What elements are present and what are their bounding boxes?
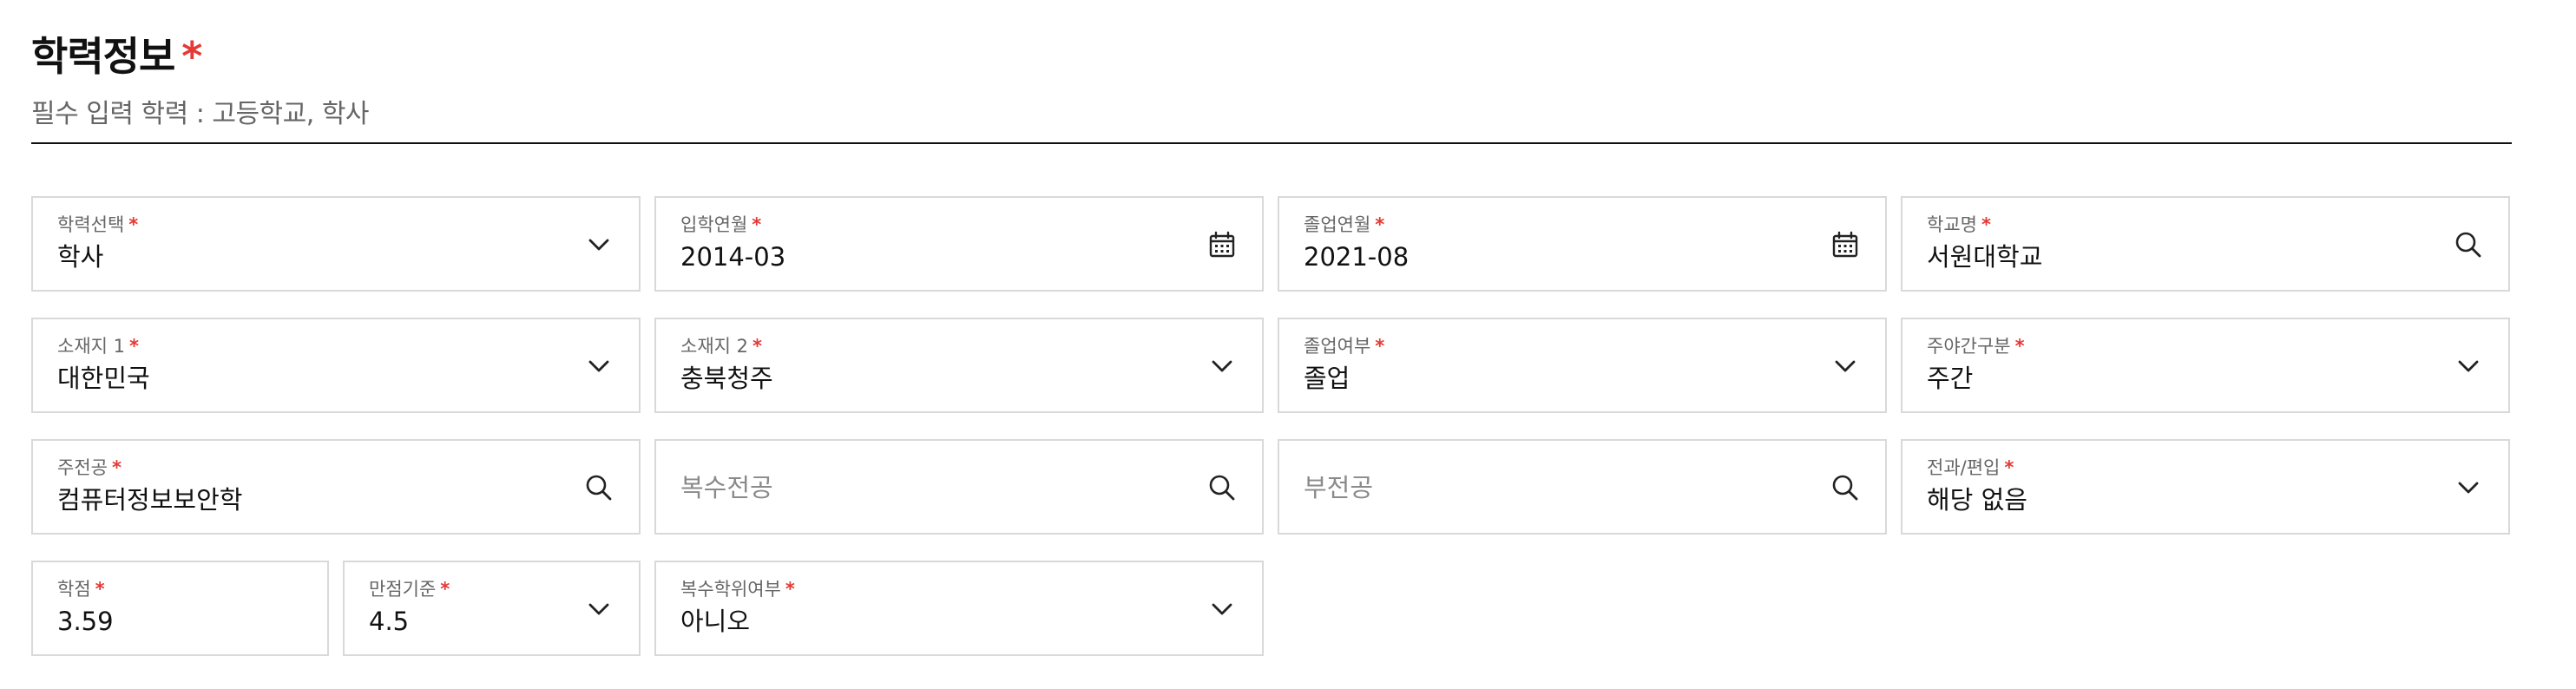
field-label: 학교명 * — [1927, 213, 1991, 236]
field-placeholder: 부전공 — [1304, 473, 1374, 502]
field-label-text: 전과/편입 — [1927, 457, 2001, 478]
field-value: 컴퓨터정보보안학 — [57, 485, 243, 515]
required-mark: * — [785, 579, 795, 600]
education-level-select[interactable]: 학력선택 * 학사 — [31, 196, 641, 292]
admission-date-field[interactable]: 입학연월 * 2014-03 — [654, 196, 1264, 292]
required-mark: * — [95, 579, 105, 600]
day-night-select[interactable]: 주야간구분 * 주간 — [1901, 318, 2510, 413]
field-label: 전과/편입 * — [1927, 456, 2014, 479]
field-value: 2014-03 — [680, 242, 786, 272]
field-value: 대한민국 — [57, 364, 150, 393]
field-label-text: 소재지 1 — [57, 336, 125, 357]
field-label-text: 학력선택 — [57, 214, 125, 235]
field-label: 소재지 2 * — [680, 335, 762, 358]
field-label-text: 주야간구분 — [1927, 336, 2011, 357]
field-value: 주간 — [1927, 364, 1974, 393]
transfer-select[interactable]: 전과/편입 * 해당 없음 — [1901, 439, 2510, 535]
field-label: 학력선택 * — [57, 213, 138, 236]
required-mark: * — [440, 579, 450, 600]
field-placeholder: 복수전공 — [680, 473, 773, 502]
field-label: 졸업여부 * — [1304, 335, 1384, 358]
gpa-input[interactable]: 학점 * 3.59 — [31, 561, 329, 656]
chevron-down-icon[interactable] — [583, 594, 614, 625]
field-label-text: 주전공 — [57, 457, 108, 478]
required-mark: * — [2004, 457, 2014, 478]
chevron-down-icon[interactable] — [1830, 351, 1861, 382]
field-label-text: 학교명 — [1927, 214, 1977, 235]
search-icon[interactable] — [2453, 229, 2484, 260]
field-label-text: 만점기준 — [369, 579, 437, 600]
field-value: 아니오 — [680, 607, 751, 636]
double-degree-select[interactable]: 복수학위여부 * 아니오 — [654, 561, 1264, 656]
calendar-icon[interactable] — [1830, 229, 1861, 260]
required-mark: * — [752, 336, 762, 357]
calendar-icon[interactable] — [1206, 229, 1238, 260]
field-value: 2021-08 — [1304, 242, 1410, 272]
chevron-down-icon[interactable] — [1206, 594, 1238, 625]
location1-select[interactable]: 소재지 1 * 대한민국 — [31, 318, 641, 413]
major-field[interactable]: 주전공 * 컴퓨터정보보안학 — [31, 439, 641, 535]
education-section-header: 학력정보 * 필수 입력 학력 : 고등학교, 학사 — [31, 26, 2512, 130]
required-mark: * — [1375, 336, 1385, 357]
section-title-text: 학력정보 — [31, 33, 175, 80]
school-name-field[interactable]: 학교명 * 서원대학교 — [1901, 196, 2510, 292]
field-value: 해당 없음 — [1927, 485, 2027, 515]
chevron-down-icon[interactable] — [2453, 351, 2484, 382]
field-value: 4.5 — [369, 607, 410, 636]
graduation-date-field[interactable]: 졸업연월 * 2021-08 — [1278, 196, 1887, 292]
field-label-text: 소재지 2 — [680, 336, 748, 357]
search-icon[interactable] — [583, 472, 614, 503]
required-mark: * — [129, 336, 139, 357]
field-label: 주야간구분 * — [1927, 335, 2025, 358]
field-label: 소재지 1 * — [57, 335, 139, 358]
search-icon[interactable] — [1206, 472, 1238, 503]
search-icon[interactable] — [1830, 472, 1861, 503]
field-value: 3.59 — [57, 607, 114, 636]
section-title: 학력정보 * — [31, 26, 2512, 87]
double-major-field[interactable]: 복수전공 — [654, 439, 1264, 535]
required-mark: * — [1375, 214, 1385, 235]
required-mark: * — [128, 214, 139, 235]
chevron-down-icon[interactable] — [583, 351, 614, 382]
gpa-scale-select[interactable]: 만점기준 * 4.5 — [343, 561, 641, 656]
field-label-text: 졸업연월 — [1304, 214, 1371, 235]
field-label: 입학연월 * — [680, 213, 761, 236]
field-label-text: 졸업여부 — [1304, 336, 1371, 357]
field-label-text: 입학연월 — [680, 214, 748, 235]
field-value: 충북청주 — [680, 364, 773, 393]
chevron-down-icon[interactable] — [1206, 351, 1238, 382]
required-mark: * — [752, 214, 762, 235]
field-label-text: 복수학위여부 — [680, 579, 781, 600]
field-label: 학점 * — [57, 578, 105, 600]
required-mark: * — [2014, 336, 2025, 357]
field-value: 서원대학교 — [1927, 242, 2043, 272]
field-value: 졸업 — [1304, 364, 1350, 393]
field-value: 학사 — [57, 242, 104, 272]
required-mark: * — [1981, 214, 1991, 235]
section-subtitle: 필수 입력 학력 : 고등학교, 학사 — [31, 99, 370, 129]
chevron-down-icon[interactable] — [2453, 472, 2484, 503]
section-divider — [31, 142, 2512, 144]
location2-select[interactable]: 소재지 2 * 충북청주 — [654, 318, 1264, 413]
required-mark: * — [181, 33, 202, 80]
minor-field[interactable]: 부전공 — [1278, 439, 1887, 535]
field-label-text: 학점 — [57, 579, 91, 600]
field-label: 복수학위여부 * — [680, 578, 795, 600]
required-mark: * — [111, 457, 122, 478]
graduation-status-select[interactable]: 졸업여부 * 졸업 — [1278, 318, 1887, 413]
chevron-down-icon[interactable] — [583, 229, 614, 260]
field-label: 졸업연월 * — [1304, 213, 1384, 236]
field-label: 만점기준 * — [369, 578, 450, 600]
field-label: 주전공 * — [57, 456, 122, 479]
